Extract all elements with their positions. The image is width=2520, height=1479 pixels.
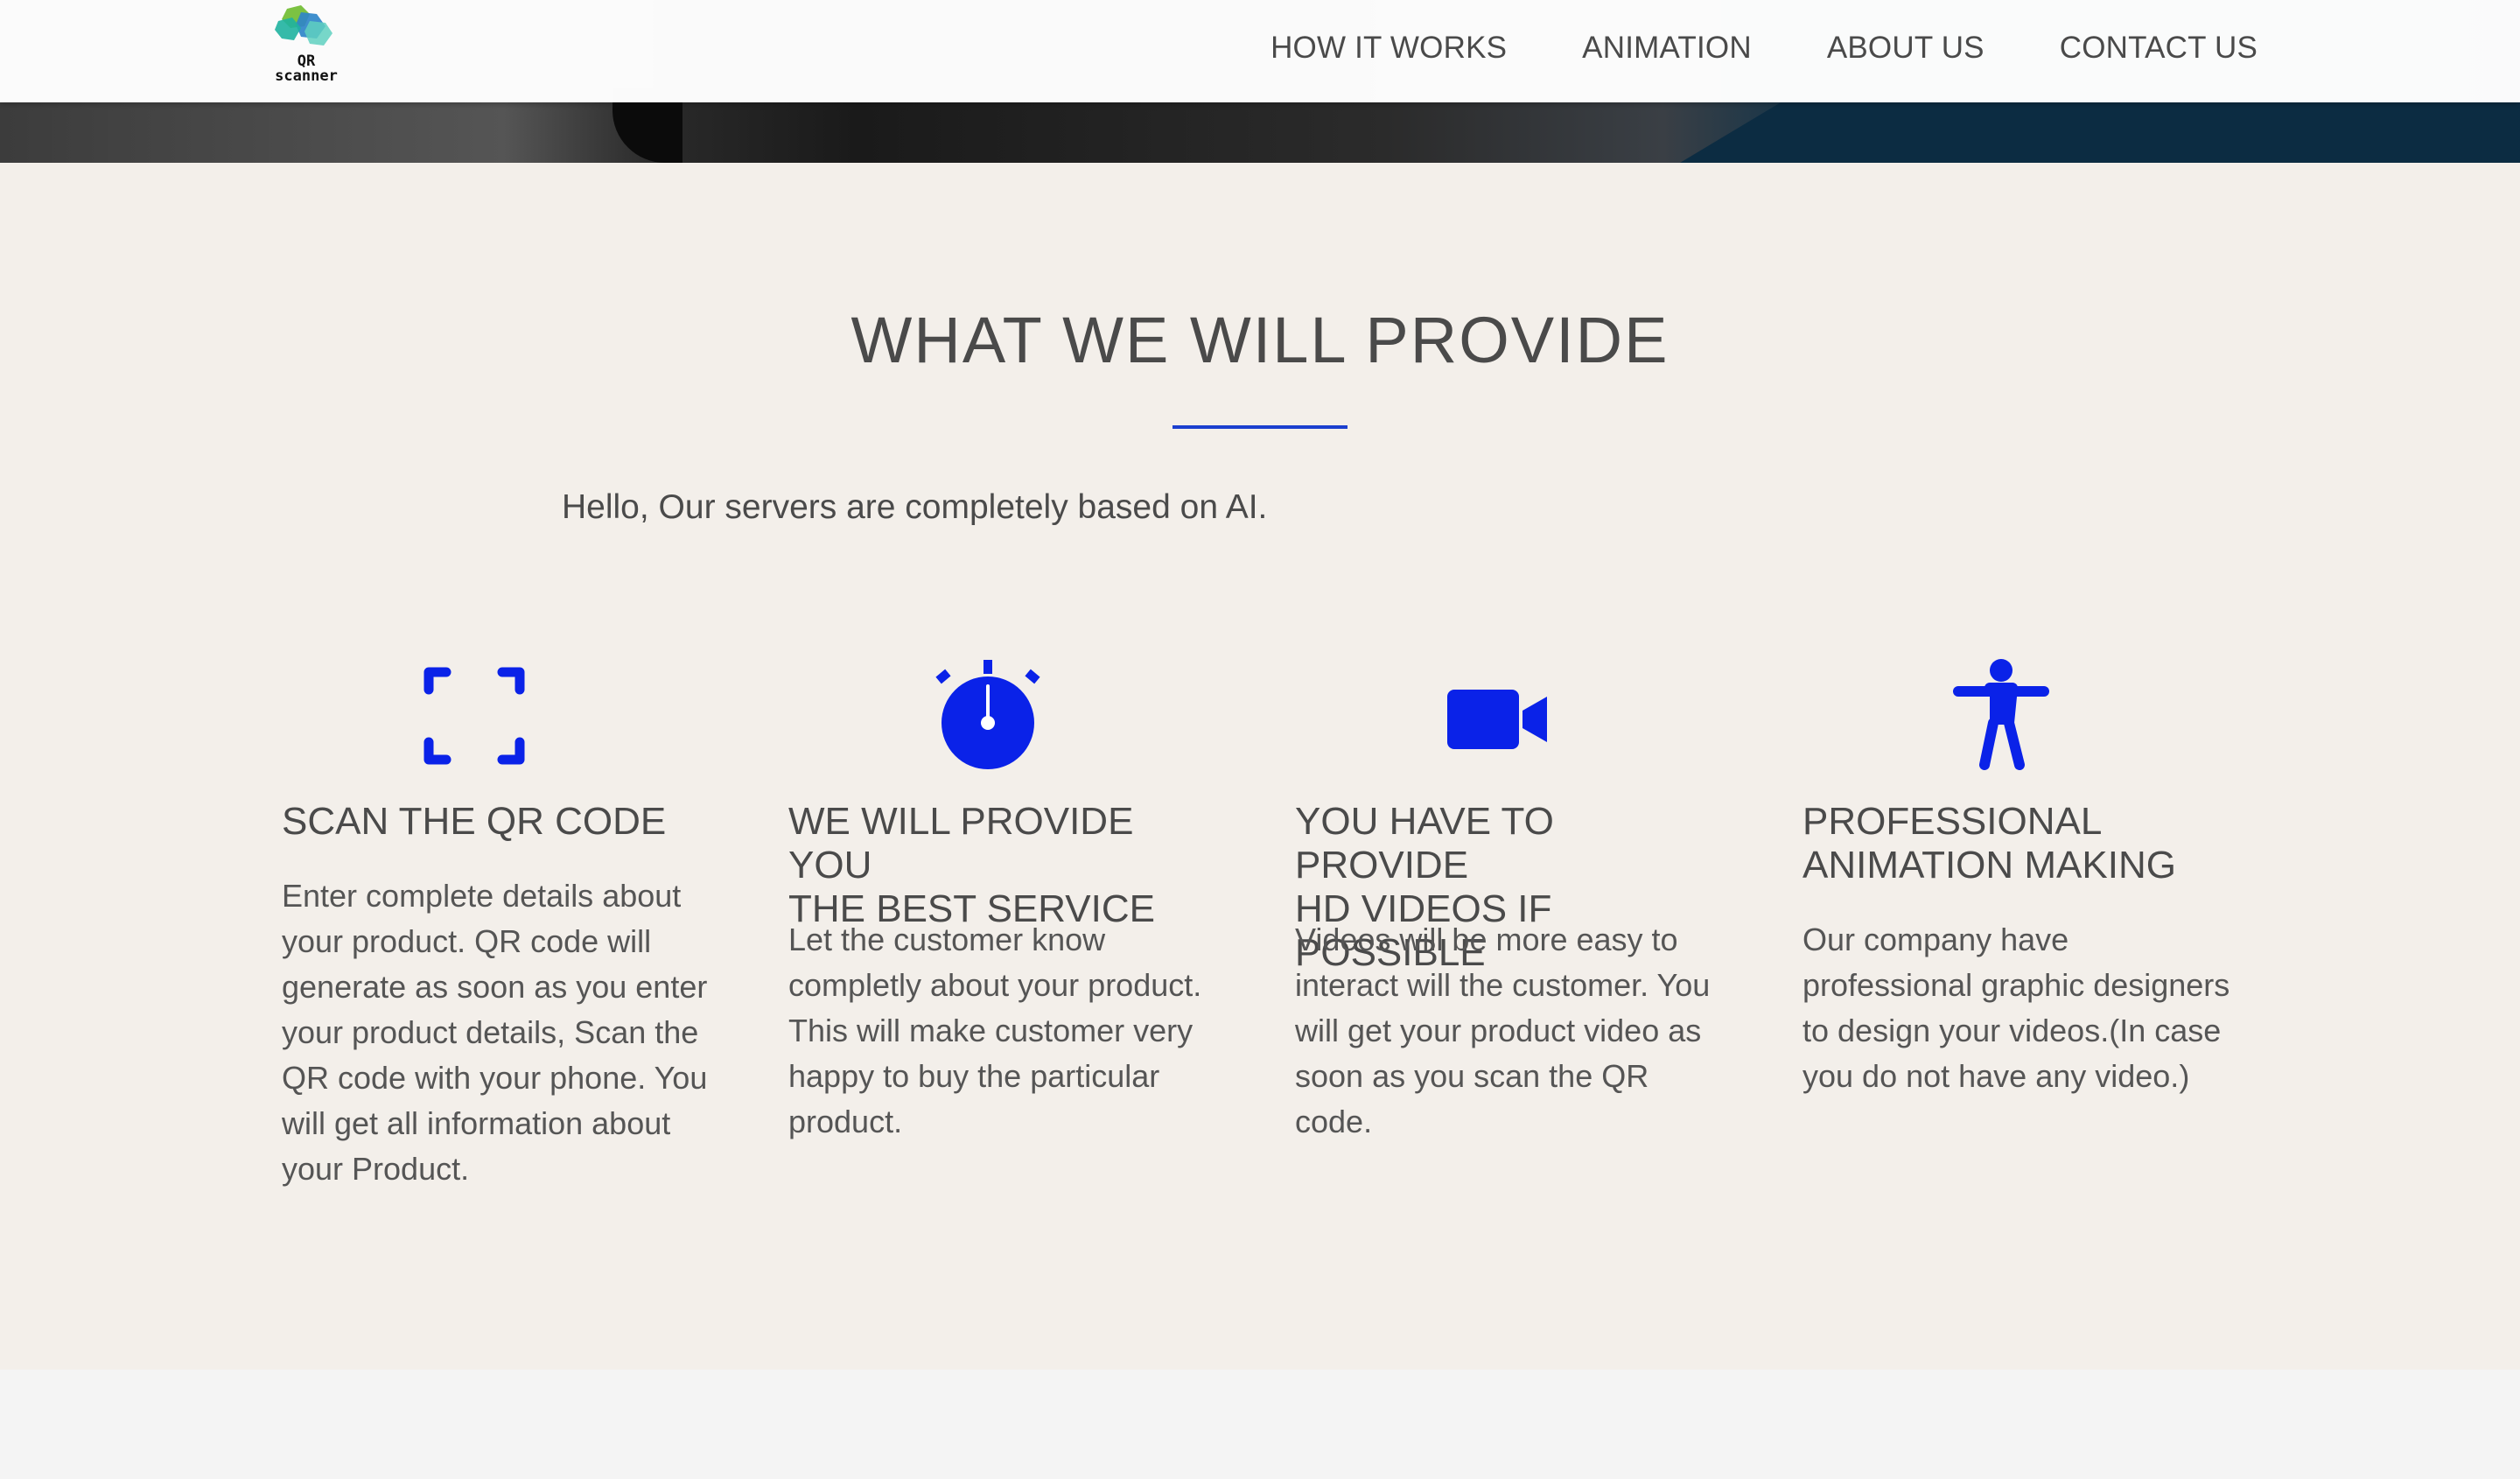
feature-body: Videos will be more easy to interact wil…: [1295, 922, 1711, 1139]
feature-body: Let the customer know completly about yo…: [788, 922, 1202, 1139]
nav-how-it-works[interactable]: HOW IT WORKS: [1270, 31, 1507, 66]
features-grid: SCAN THE QR CODE Enter complete details …: [0, 163, 2520, 1370]
scan-frame-icon: [422, 663, 544, 786]
feature-title-line1: WE WILL PROVIDE YOU: [788, 800, 1134, 887]
nav-about-us[interactable]: ABOUT US: [1827, 31, 1984, 66]
top-navbar: QR scanner HOW IT WORKS ANIMATION ABOUT …: [0, 0, 2520, 102]
feature-title-line1: PROFESSIONAL: [1802, 800, 2103, 843]
brand-logo[interactable]: QR scanner: [275, 5, 338, 91]
video-camera-icon: [1446, 684, 1568, 807]
feature-title: PROFESSIONAL ANIMATION MAKING: [1802, 800, 2240, 887]
feature-title: SCAN THE QR CODE: [282, 800, 719, 844]
nav-contact-us[interactable]: CONTACT US: [2060, 31, 2258, 66]
nav-animation[interactable]: ANIMATION: [1582, 31, 1752, 66]
stopwatch-icon: [935, 660, 1058, 782]
footer-strip: [0, 1370, 2520, 1479]
feature-title: WE WILL PROVIDE YOU THE BEST SERVICE: [788, 800, 1226, 931]
brand-logo-line2: scanner: [275, 67, 338, 85]
hero-image-accent: [1680, 102, 2520, 163]
feature-title-line1: YOU HAVE TO PROVIDE: [1295, 800, 1554, 887]
accessibility-person-icon: [1953, 658, 2076, 781]
feature-title-line2: ANIMATION MAKING: [1802, 844, 2176, 887]
main-nav: HOW IT WORKS ANIMATION ABOUT US CONTACT …: [1195, 0, 2258, 96]
brand-logo-text: QR scanner: [275, 54, 338, 84]
brand-logo-icon: [275, 5, 332, 46]
feature-title-line1: SCAN THE QR CODE: [282, 800, 667, 843]
provide-section: WHAT WE WILL PROVIDE Hello, Our servers …: [0, 163, 2520, 1370]
feature-body: Our company have professional graphic de…: [1802, 922, 2230, 1094]
feature-body: Enter complete details about your produc…: [282, 878, 708, 1187]
